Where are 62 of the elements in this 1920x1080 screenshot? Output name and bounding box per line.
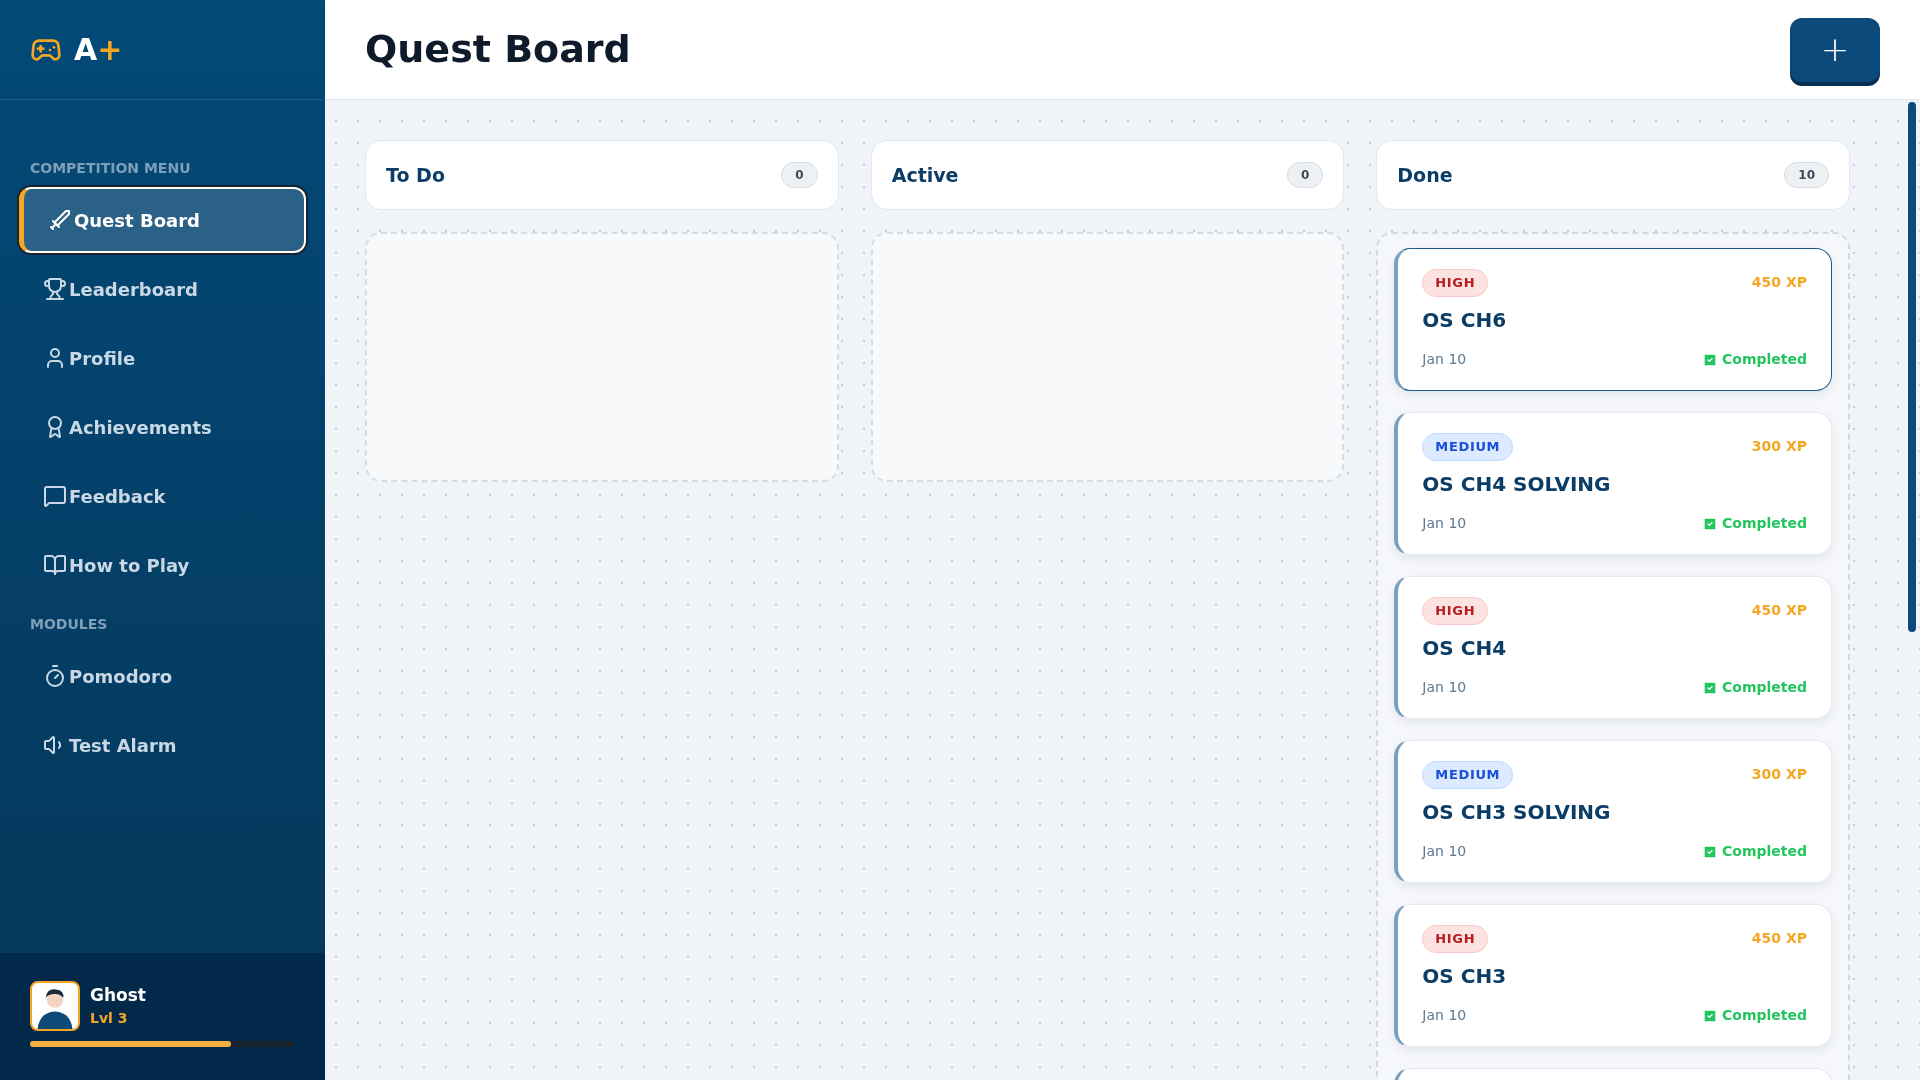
priority-badge: HIGH (1422, 597, 1489, 625)
check-icon (1702, 843, 1718, 860)
scrollbar[interactable] (1908, 102, 1916, 632)
quest-title: OS CH3 SOLVING (1422, 798, 1612, 826)
quest-date: Jan 10 (1422, 350, 1467, 369)
status-label: Completed (1722, 350, 1807, 369)
priority-badge: HIGH (1422, 269, 1489, 297)
user-level: Lvl 3 (90, 1009, 129, 1029)
quest-title: OS CH4 SOLVING (1422, 470, 1612, 498)
book-icon (43, 553, 67, 577)
quest-card[interactable]: MEDIUM 300 XP OS CH3 SOLVING Jan 10 Completed (1394, 740, 1832, 883)
quest-date: Jan 10 (1422, 1006, 1467, 1025)
page-title: Quest Board (365, 26, 631, 73)
status-label: Completed (1722, 678, 1807, 697)
speech-bubble-icon (43, 484, 67, 508)
quest-card[interactable]: MEDIUM 300 XP OS CH4 SOLVING Jan 10 Completed (1394, 412, 1832, 555)
status-label: Completed (1722, 842, 1807, 861)
column-title: Done (1397, 162, 1453, 188)
quest-date: Jan 10 (1422, 514, 1467, 533)
count-badge: 0 (781, 162, 818, 188)
quest-card[interactable]: HIGH 450 XP OS CH3 Jan 10 Completed (1394, 904, 1832, 1047)
trophy-icon (43, 277, 67, 301)
avatar[interactable] (30, 981, 80, 1031)
user-name: Ghost (90, 983, 146, 1007)
sidebar-item[interactable]: Profile (19, 325, 306, 391)
column-title: Active (891, 162, 959, 188)
section-heading: COMPETITION MENU (29, 159, 192, 178)
priority-badge: HIGH (1422, 925, 1489, 953)
sidebar-item[interactable]: Pomodoro (19, 643, 306, 709)
sidebar-item[interactable]: Feedback (19, 463, 306, 529)
sidebar-item[interactable]: How to Play (19, 532, 306, 598)
xp-label: 300 XP (1751, 765, 1807, 785)
app-logo[interactable]: A+ (74, 27, 123, 72)
sidebar-item[interactable]: Leaderboard (19, 256, 306, 322)
sword-icon (48, 208, 72, 232)
check-icon (1702, 679, 1718, 696)
column-title: To Do (386, 162, 445, 188)
xp-label: 450 XP (1751, 601, 1807, 621)
sidebar-item[interactable]: Achievements (19, 394, 306, 460)
check-icon (1702, 515, 1718, 532)
quest-card[interactable]: HIGH 450 XP OS CH6 Jan 10 Completed (1394, 248, 1832, 391)
check-icon (1702, 351, 1718, 368)
status-label: Completed (1722, 1006, 1807, 1025)
quest-card[interactable]: HIGH 450 XP OS CH4 Jan 10 Completed (1394, 576, 1832, 719)
count-badge: 10 (1784, 162, 1829, 188)
status-label: Completed (1722, 514, 1807, 533)
xp-label: 300 XP (1751, 437, 1807, 457)
sidebar-item[interactable]: Test Alarm (19, 712, 306, 778)
check-icon (1702, 1007, 1718, 1024)
sidebar-item[interactable]: Quest Board (19, 187, 306, 253)
priority-badge: MEDIUM (1422, 761, 1514, 789)
quest-date: Jan 10 (1422, 842, 1467, 861)
xp-label: 450 XP (1751, 273, 1807, 293)
section-heading: MODULES (29, 615, 109, 634)
quest-date: Jan 10 (1422, 678, 1467, 697)
stopwatch-icon (43, 664, 67, 688)
xp-label: 450 XP (1751, 929, 1807, 949)
quest-title: OS CH4 (1422, 634, 1508, 662)
quest-title: OS CH3 (1422, 962, 1508, 990)
count-badge: 0 (1287, 162, 1324, 188)
priority-badge: MEDIUM (1422, 433, 1514, 461)
quest-title: OS CH6 (1422, 306, 1508, 334)
